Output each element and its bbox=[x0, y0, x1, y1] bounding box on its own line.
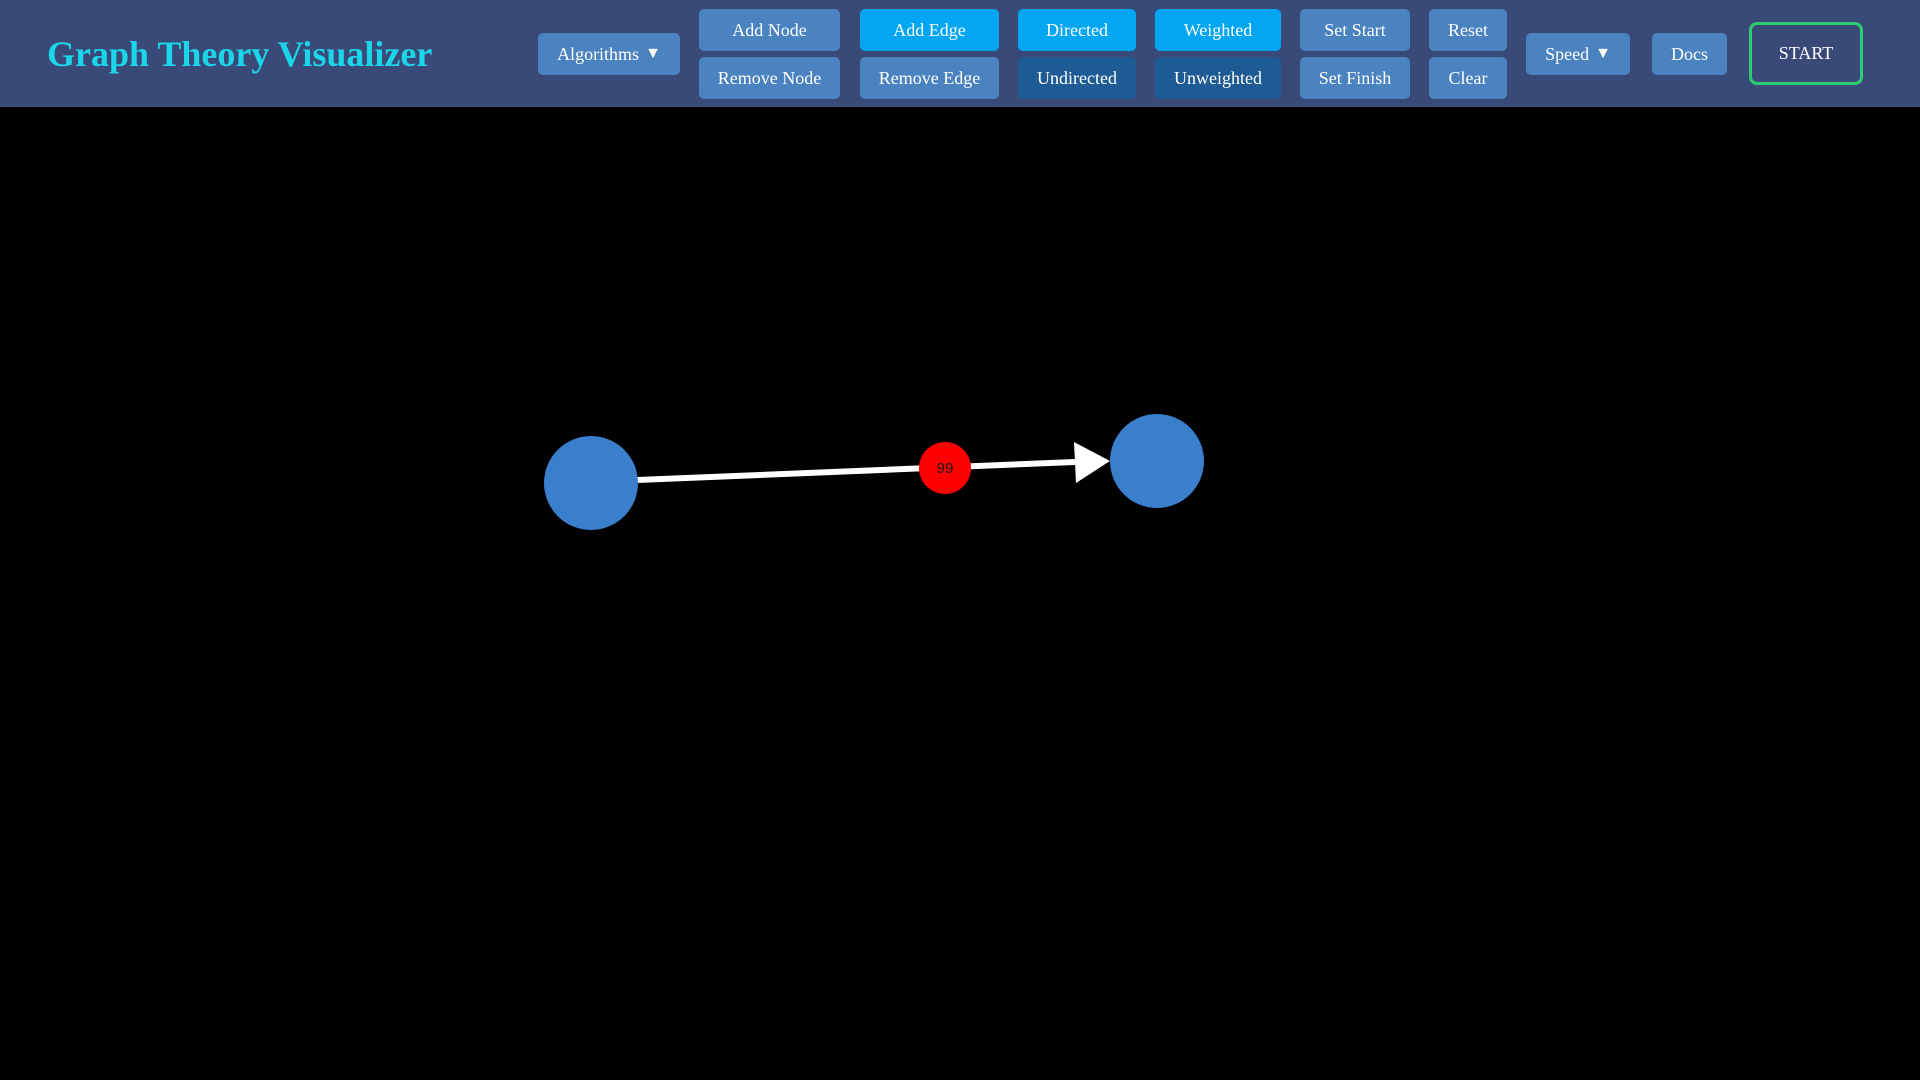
unweighted-toggle[interactable]: Unweighted bbox=[1155, 57, 1281, 99]
speed-dropdown[interactable]: Speed ▼ bbox=[1526, 33, 1630, 75]
weighted-toggle[interactable]: Weighted bbox=[1155, 9, 1281, 51]
add-node-button[interactable]: Add Node bbox=[699, 9, 840, 51]
edge-line[interactable] bbox=[636, 459, 1076, 483]
algorithms-label: Algorithms bbox=[557, 43, 640, 64]
reset-button[interactable]: Reset bbox=[1429, 9, 1507, 51]
remove-edge-button[interactable]: Remove Edge bbox=[860, 57, 999, 99]
clear-button[interactable]: Clear bbox=[1429, 57, 1507, 99]
navbar: Graph Theory Visualizer Algorithms ▼ Add… bbox=[0, 0, 1920, 107]
algorithms-dropdown[interactable]: Algorithms ▼ bbox=[538, 33, 680, 75]
set-finish-button[interactable]: Set Finish bbox=[1300, 57, 1410, 99]
chevron-down-icon: ▼ bbox=[645, 45, 661, 62]
graph-svg[interactable]: 99 bbox=[0, 107, 1920, 1080]
graph-node[interactable] bbox=[1110, 414, 1204, 508]
graph-node[interactable] bbox=[544, 436, 638, 530]
add-edge-button[interactable]: Add Edge bbox=[860, 9, 999, 51]
remove-node-button[interactable]: Remove Node bbox=[699, 57, 840, 99]
undirected-toggle[interactable]: Undirected bbox=[1018, 57, 1136, 99]
set-start-button[interactable]: Set Start bbox=[1300, 9, 1410, 51]
graph-canvas[interactable]: 99 bbox=[0, 107, 1920, 1080]
start-button[interactable]: START bbox=[1749, 22, 1863, 85]
directed-toggle[interactable]: Directed bbox=[1018, 9, 1136, 51]
docs-button[interactable]: Docs bbox=[1652, 33, 1727, 75]
edge-weight-label: 99 bbox=[937, 460, 954, 477]
arrow-head-icon bbox=[1074, 442, 1110, 483]
speed-label: Speed bbox=[1545, 43, 1590, 64]
chevron-down-icon: ▼ bbox=[1595, 45, 1611, 62]
app-title: Graph Theory Visualizer bbox=[47, 34, 433, 74]
